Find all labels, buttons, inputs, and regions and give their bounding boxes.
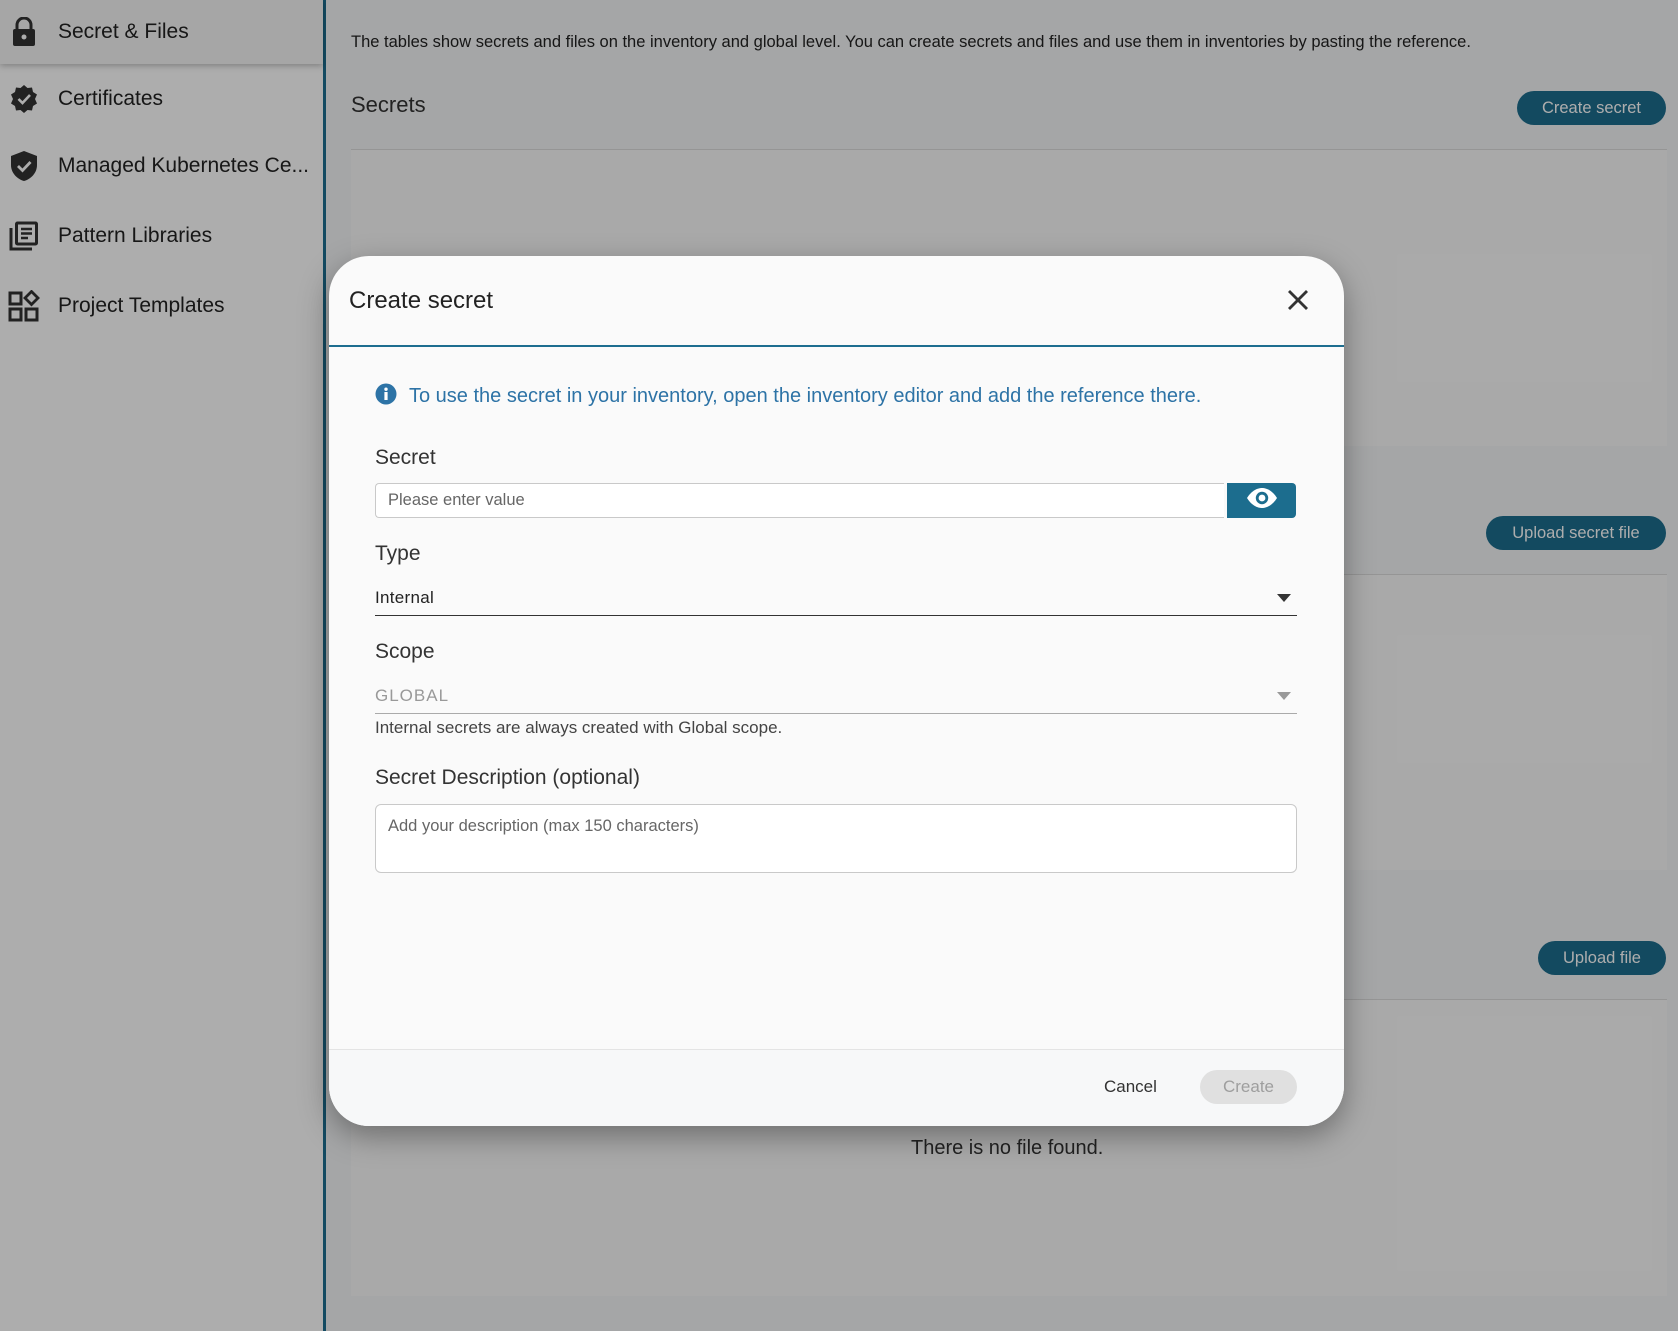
description-textarea[interactable] — [375, 804, 1297, 873]
scope-label: Scope — [375, 640, 435, 663]
type-select-value: Internal — [375, 588, 435, 607]
secret-input[interactable] — [375, 483, 1224, 518]
create-secret-dialog: Create secret To use the secret in your … — [329, 256, 1344, 1126]
info-text: To use the secret in your inventory, ope… — [409, 385, 1202, 407]
eye-icon — [1245, 487, 1279, 514]
dialog-title: Create secret — [349, 287, 494, 314]
scope-hint: Internal secrets are always created with… — [375, 718, 783, 737]
scope-select-value: GLOBAL — [375, 686, 450, 705]
chevron-down-icon — [1277, 692, 1291, 700]
chevron-down-icon — [1277, 594, 1291, 602]
close-icon[interactable] — [1282, 284, 1314, 316]
type-select[interactable]: Internal — [375, 580, 1297, 616]
info-icon — [375, 383, 397, 410]
type-label: Type — [375, 542, 421, 565]
toggle-visibility-button[interactable] — [1227, 483, 1296, 518]
description-label: Secret Description (optional) — [375, 766, 640, 789]
info-message: To use the secret in your inventory, ope… — [375, 383, 1201, 410]
cancel-button[interactable]: Cancel — [1092, 1070, 1169, 1104]
scope-select: GLOBAL — [375, 678, 1297, 714]
create-button[interactable]: Create — [1200, 1070, 1297, 1104]
dialog-header: Create secret — [329, 256, 1344, 347]
dialog-footer: Cancel Create — [329, 1049, 1344, 1126]
secret-label: Secret — [375, 446, 436, 469]
